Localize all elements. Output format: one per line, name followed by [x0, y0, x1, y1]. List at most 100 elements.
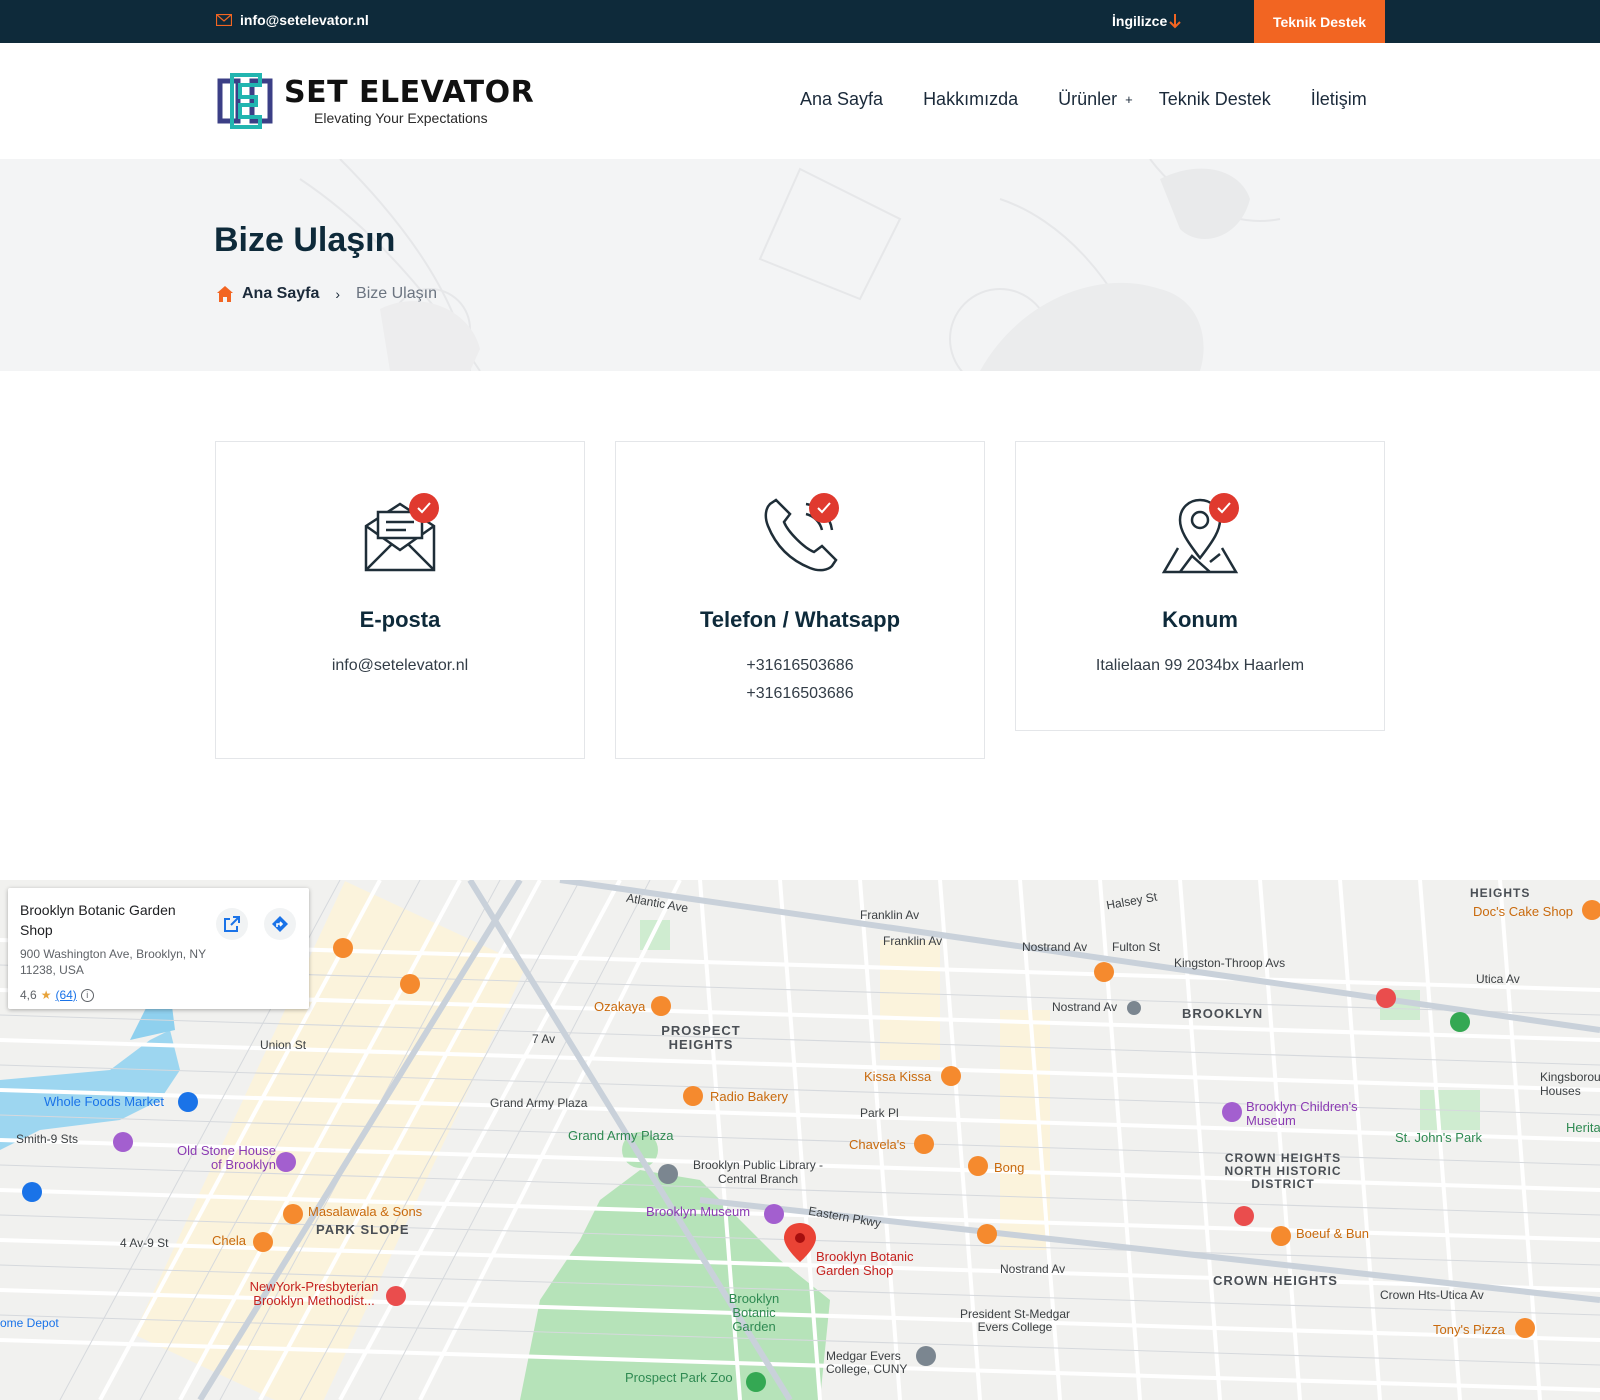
map-label-childrens-museum: Brooklyn Children's Museum: [1246, 1099, 1358, 1128]
logo-title: SET ELEVATOR: [284, 75, 535, 110]
map-place-name: Brooklyn Botanic Garden Shop: [20, 902, 176, 938]
card-email-value[interactable]: info@setelevator.nl: [216, 657, 584, 675]
nav-label: Ana Sayfa: [800, 89, 884, 109]
plus-icon: +: [1125, 92, 1133, 107]
breadcrumb: Ana Sayfa › Bize Ulaşın: [216, 285, 437, 303]
nav-label: Hakkımızda: [923, 89, 1019, 109]
map-label-chela: Chela: [212, 1233, 246, 1248]
map-label-smith-9: Smith-9 Sts: [16, 1132, 79, 1146]
map-place-card: Brooklyn Botanic Garden Shop 900 Washing…: [8, 888, 309, 1009]
nav-label: Teknik Destek: [1158, 89, 1271, 109]
contact-card-phone: Telefon / Whatsapp +31616503686 +3161650…: [615, 441, 985, 759]
nav-item-home[interactable]: Ana Sayfa: [800, 89, 883, 110]
map-label-president-st: President St-Medgar Evers College: [959, 1307, 1071, 1334]
rating-count-link[interactable]: (64): [55, 988, 76, 1002]
map-label-botanic-garden: Brooklyn Botanic Garden: [728, 1291, 780, 1334]
map-label-home-depot: ome Depot: [0, 1316, 59, 1330]
map-label-kingston-throop: Kingston-Throop Avs: [1174, 956, 1286, 970]
map-label-radio-bakery: Radio Bakery: [710, 1089, 789, 1104]
rating-value: 4,6: [20, 988, 37, 1002]
map-label-heights: HEIGHTS: [1470, 886, 1531, 900]
map-place-address: 900 Washington Ave, Brooklyn, NY 11238, …: [20, 947, 206, 977]
map-label-crown-hts-utica: Crown Hts-Utica Av: [1380, 1288, 1484, 1302]
card-phone-value-1[interactable]: +31616503686: [616, 657, 984, 675]
logo-tagline: Elevating Your Expectations: [314, 110, 488, 126]
open-in-maps-button[interactable]: [216, 908, 248, 940]
map-label-bong: Bong: [994, 1160, 1025, 1175]
map-label-medgar-evers: Medgar Evers College, CUNY: [826, 1349, 908, 1376]
nav-item-support[interactable]: Teknik Destek: [1159, 89, 1271, 110]
nav-item-about[interactable]: Hakkımızda: [923, 89, 1018, 110]
nav-item-contact[interactable]: İletişim: [1311, 89, 1367, 110]
logo-mark-icon: [217, 73, 273, 129]
language-switcher[interactable]: İngilizce: [1112, 13, 1181, 29]
contact-card-email: E-posta info@setelevator.nl: [215, 441, 585, 759]
breadcrumb-home-link[interactable]: Ana Sayfa: [242, 285, 319, 303]
map-label-kissa-kissa: Kissa Kissa: [864, 1069, 932, 1084]
map-label-public-library: Brooklyn Public Library - Central Branch: [692, 1158, 824, 1186]
map-label-union-st-station: Union St: [260, 1038, 307, 1052]
directions-icon: [272, 916, 288, 932]
external-link-icon: [224, 916, 240, 932]
main-nav: Ana Sayfa Hakkımızda Ürünler + Teknik Des…: [800, 89, 1367, 110]
map-label-park-pl-station: Park Pl: [860, 1106, 899, 1120]
site-header: SET ELEVATOR Elevating Your Expectations…: [0, 43, 1600, 159]
arrow-down-icon: [1169, 14, 1181, 29]
map-label-nostrand-av-2: Nostrand Av: [1052, 1000, 1118, 1014]
map-label-heritage: Heritag: [1566, 1120, 1600, 1135]
map-label-7-av: 7 Av: [532, 1032, 556, 1046]
map-label-franklin-av-2: Franklin Av: [883, 934, 943, 948]
map-label-st-johns-park: St. John's Park: [1395, 1130, 1483, 1145]
nav-label: İletişim: [1310, 89, 1367, 109]
map-label-nostrand-av-3: Nostrand Av: [1000, 1262, 1066, 1276]
map-label-fulton-st: Fulton St: [1112, 940, 1161, 954]
map-label-nyp-hospital: NewYork-Presbyterian Brooklyn Methodist.…: [249, 1279, 379, 1308]
map-label-crown-heights: CROWN HEIGHTS: [1213, 1273, 1338, 1288]
topbar-email-text: info@setelevator.nl: [240, 12, 369, 28]
top-bar: info@setelevator.nl İngilizce Teknik Des…: [0, 0, 1600, 43]
map-label-brooklyn: BROOKLYN: [1182, 1006, 1264, 1021]
map-label-crown-heights-north: CROWN HEIGHTS NORTH HISTORIC DISTRICT: [1224, 1151, 1342, 1191]
map-label-pin[interactable]: Brooklyn Botanic Garden Shop: [816, 1250, 936, 1278]
topbar-email[interactable]: info@setelevator.nl: [216, 12, 369, 28]
map-label-ozakaya: Ozakaya: [594, 999, 646, 1014]
nav-item-products[interactable]: Ürünler +: [1058, 89, 1133, 110]
map-label-old-stone-house: Old Stone House of Brooklyn: [176, 1143, 276, 1172]
directions-button[interactable]: [264, 908, 296, 940]
card-phone-value-2[interactable]: +31616503686: [616, 685, 984, 703]
map-pin-check-icon: [1161, 493, 1239, 574]
card-location-value[interactable]: Italielaan 99 2034bx Haarlem: [1016, 657, 1384, 675]
map-place-rating: 4,6 ★ (64) i: [20, 988, 94, 1002]
map-label-franklin-av-1: Franklin Av: [860, 908, 920, 922]
chevron-right-icon: ›: [335, 286, 341, 302]
card-title: Konum: [1162, 607, 1238, 632]
page-title: Bize Ulaşın: [214, 221, 396, 259]
map-label-boeuf-bun: Boeuf & Bun: [1296, 1226, 1369, 1241]
map-label-brooklyn-museum: Brooklyn Museum: [646, 1204, 751, 1219]
phone-check-icon: [764, 493, 839, 572]
nav-label: Ürünler: [1058, 89, 1118, 109]
map-label-docs-cake: Doc's Cake Shop: [1473, 904, 1574, 919]
map-label-4-av-9-st: 4 Av-9 St: [120, 1236, 169, 1250]
star-icon: ★: [40, 988, 52, 1002]
map-label-nostrand-av-1: Nostrand Av: [1022, 940, 1088, 954]
card-title: E-posta: [359, 607, 441, 632]
mail-icon: [216, 14, 232, 26]
language-label: İngilizce: [1112, 13, 1168, 29]
card-title: Telefon / Whatsapp: [699, 607, 901, 632]
home-icon: [217, 286, 233, 302]
map-label-tonys-pizza: Tony's Pizza: [1433, 1322, 1505, 1337]
info-icon[interactable]: i: [80, 988, 94, 1002]
banner-background-illustration: [299, 159, 1281, 371]
technical-support-button[interactable]: Teknik Destek: [1254, 0, 1385, 43]
page-title-banner: Bize Ulaşın Ana Sayfa › Bize Ulaşın: [0, 159, 1600, 371]
embedded-map[interactable]: BROOKLYN PROSPECT HEIGHTS PARK SLOPE CRO…: [0, 880, 1600, 1400]
logo[interactable]: SET ELEVATOR Elevating Your Expectations: [216, 71, 534, 131]
breadcrumb-current: Bize Ulaşın: [356, 285, 437, 302]
map-label-kingsborough: Kingsborough Houses: [1540, 1070, 1600, 1098]
contact-card-location: Konum Italielaan 99 2034bx Haarlem: [1015, 441, 1385, 731]
map-label-grand-army-plaza-station: Grand Army Plaza: [490, 1096, 588, 1110]
map-label-utica-av: Utica Av: [1476, 972, 1520, 986]
map-label-masalawala: Masalawala & Sons: [308, 1204, 423, 1219]
map-label-park-slope: PARK SLOPE: [316, 1222, 410, 1237]
